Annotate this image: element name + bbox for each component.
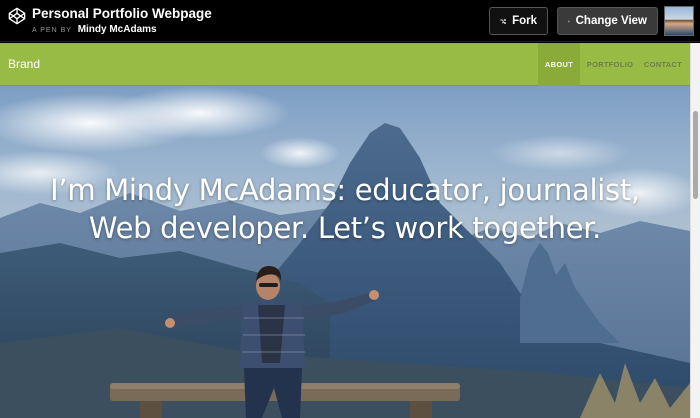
site-navbar: Brand ABOUT PORTFOLIO CONTACT [0, 43, 690, 86]
codepen-header: Personal Portfolio Webpage A PEN BY Mind… [0, 0, 700, 42]
preview-scrollbar[interactable] [690, 43, 700, 418]
fork-icon [500, 18, 507, 24]
codepen-logo-icon[interactable] [8, 7, 26, 25]
pen-preview: Brand ABOUT PORTFOLIO CONTACT I’m Mindy … [0, 43, 700, 418]
nav-item-contact[interactable]: CONTACT [640, 43, 686, 86]
nav-item-portfolio[interactable]: PORTFOLIO [585, 43, 635, 86]
byline-prefix: A PEN BY [32, 27, 72, 34]
scrollbar-thumb[interactable] [693, 111, 698, 199]
fork-label: Fork [512, 15, 537, 27]
user-avatar[interactable] [664, 6, 694, 36]
fork-button[interactable]: Fork [489, 7, 548, 35]
pen-title: Personal Portfolio Webpage [32, 6, 212, 21]
pen-byline: A PEN BY Mindy McAdams [32, 24, 157, 35]
brand-link[interactable]: Brand [8, 57, 40, 71]
author-link[interactable]: Mindy McAdams [78, 24, 157, 35]
hero-headline: I’m Mindy McAdams: educator, journalist,… [50, 173, 640, 245]
hero-section: Brand ABOUT PORTFOLIO CONTACT I’m Mindy … [0, 43, 690, 418]
nav-item-about[interactable]: ABOUT [538, 43, 580, 86]
change-view-button[interactable]: Change View [557, 7, 658, 35]
layout-icon [568, 20, 570, 22]
change-view-label: Change View [575, 15, 647, 27]
